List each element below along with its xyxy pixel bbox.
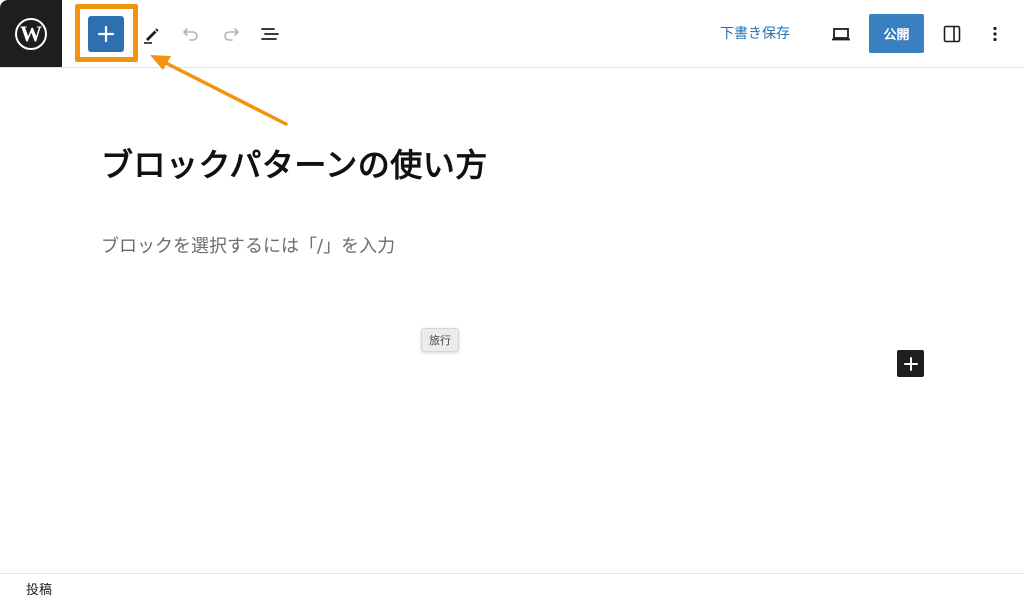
annotation-arrow bbox=[150, 55, 288, 126]
breadcrumb[interactable]: 投稿 bbox=[26, 579, 52, 598]
add-block-button[interactable] bbox=[897, 350, 924, 377]
sidebar-icon bbox=[943, 25, 961, 43]
post-title[interactable]: ブロックパターンの使い方 bbox=[101, 140, 488, 186]
plus-icon bbox=[903, 356, 918, 371]
wordpress-logo-icon: W bbox=[15, 17, 47, 50]
laptop-icon bbox=[832, 28, 850, 41]
pattern-tooltip: 旅行 bbox=[421, 328, 459, 352]
pencil-icon bbox=[144, 28, 159, 44]
editor-toolbar: W 下書き保存 公開 bbox=[0, 0, 1024, 68]
block-inserter-button[interactable] bbox=[88, 16, 124, 52]
publish-button[interactable]: 公開 bbox=[869, 14, 924, 53]
paragraph-block-placeholder[interactable]: ブロックを選択するには「/」を入力 bbox=[101, 232, 395, 258]
undo-button[interactable] bbox=[175, 18, 207, 50]
plus-icon bbox=[97, 25, 115, 43]
editor-footer: 投稿 bbox=[0, 573, 1024, 601]
settings-button[interactable] bbox=[936, 18, 968, 50]
list-view-icon bbox=[261, 28, 279, 40]
save-draft-button[interactable]: 下書き保存 bbox=[720, 22, 790, 46]
redo-button[interactable] bbox=[215, 18, 247, 50]
undo-icon bbox=[183, 28, 198, 41]
tools-button[interactable] bbox=[135, 18, 167, 50]
list-view-button[interactable] bbox=[254, 18, 286, 50]
options-button[interactable] bbox=[979, 18, 1011, 50]
redo-icon bbox=[224, 28, 239, 41]
svg-text:W: W bbox=[20, 21, 42, 46]
more-vertical-icon bbox=[993, 26, 997, 42]
editor-window: W 下書き保存 公開 ブロックパターンの使い方 ブロックを選択するには「/」を入… bbox=[0, 0, 1024, 601]
wordpress-logo-button[interactable]: W bbox=[0, 0, 62, 67]
preview-button[interactable] bbox=[825, 18, 857, 50]
